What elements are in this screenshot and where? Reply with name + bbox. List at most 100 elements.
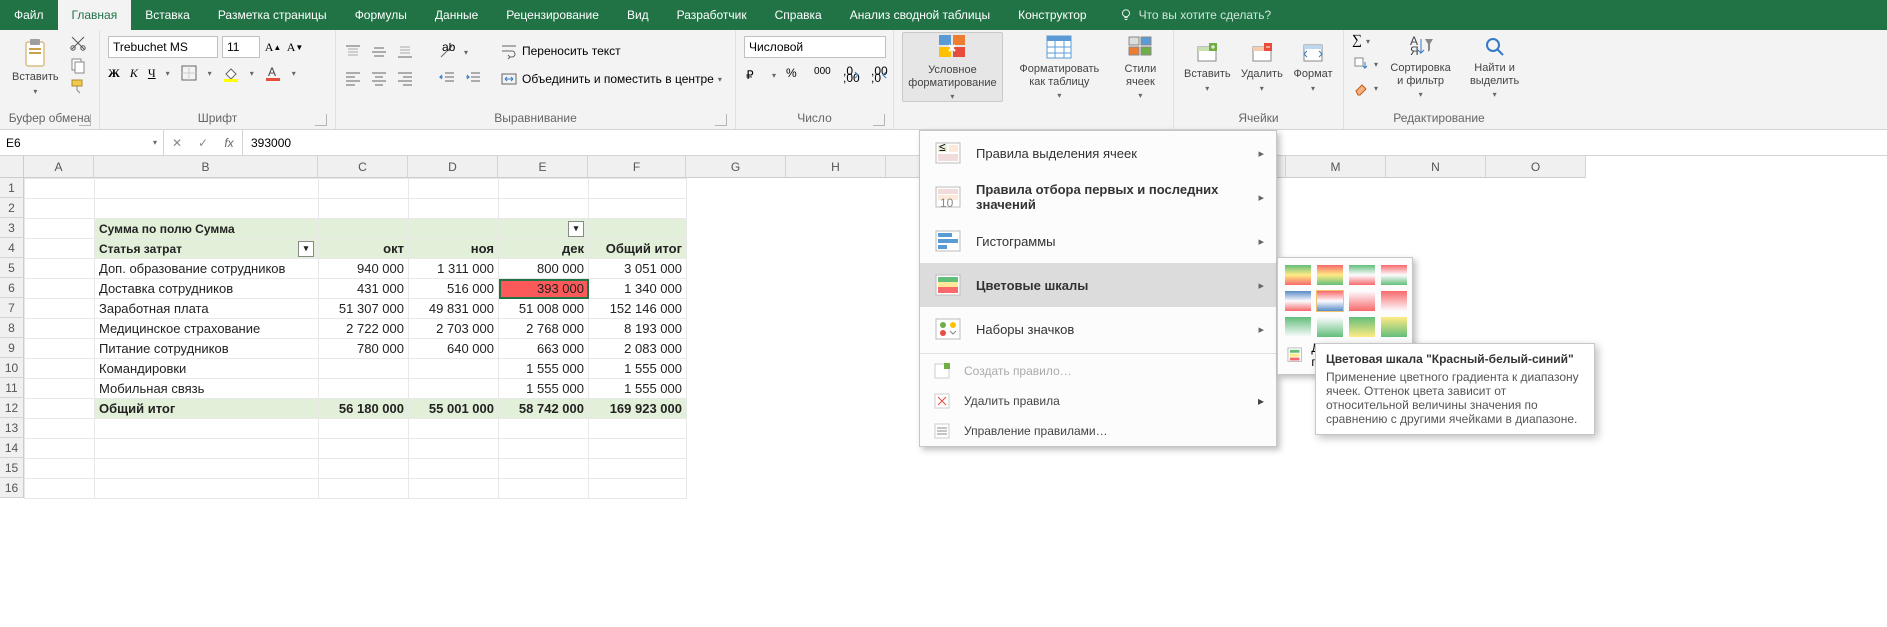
fill-button[interactable]: ▾ (1352, 55, 1378, 73)
align-bottom-icon[interactable] (396, 43, 414, 61)
color-scale-swatch[interactable] (1380, 290, 1408, 312)
tab-view[interactable]: Вид (613, 0, 663, 30)
color-scale-swatch[interactable] (1284, 316, 1312, 338)
cf-manage-rules[interactable]: Управление правилами… (920, 416, 1276, 446)
tell-me-search[interactable]: Что вы хотите сделать? (1101, 0, 1272, 30)
cells-area[interactable]: Сумма по полю Сумма ▾ Статья затрат▾ окт… (24, 178, 687, 499)
decrease-indent-icon[interactable] (438, 69, 456, 87)
color-scale-swatch[interactable] (1348, 264, 1376, 286)
copy-icon[interactable] (69, 56, 87, 74)
bold-button[interactable]: Ж (108, 66, 120, 81)
cf-top-bottom-rules[interactable]: 10 Правила отбора первых и последних зна… (920, 175, 1276, 219)
merge-icon (500, 70, 518, 88)
increase-decimal-icon[interactable]: ,0,00 (842, 66, 860, 84)
align-center-icon[interactable] (370, 69, 388, 87)
tab-pivot-design[interactable]: Конструктор (1004, 0, 1100, 30)
find-select-button[interactable]: Найти и выделить▾ (1463, 32, 1526, 102)
comma-style-icon[interactable]: 000 (814, 66, 832, 84)
color-scale-swatch[interactable] (1348, 290, 1376, 312)
paste-button[interactable]: Вставить ▾ (8, 32, 63, 102)
manage-rules-icon (932, 421, 952, 441)
fill-color-icon[interactable] (222, 64, 240, 82)
merge-center-button[interactable]: Объединить и поместить в центре▾ (500, 70, 722, 88)
underline-button[interactable]: Ч (148, 66, 156, 81)
wrap-text-icon (500, 42, 518, 60)
format-painter-icon[interactable] (69, 78, 87, 96)
pivot-row-filter-icon[interactable]: ▾ (298, 241, 314, 257)
tab-page-layout[interactable]: Разметка страницы (204, 0, 341, 30)
new-rule-icon (932, 361, 952, 381)
number-format-select[interactable] (744, 36, 886, 58)
insert-cells-button[interactable]: Вставить▾ (1182, 32, 1233, 102)
increase-font-icon[interactable]: A▲ (264, 38, 282, 56)
cancel-formula-icon[interactable]: ✕ (164, 136, 190, 150)
row-headers[interactable]: 12345678910111213141516 (0, 178, 24, 498)
select-all-corner[interactable] (0, 156, 24, 178)
sort-filter-button[interactable]: АЯ Сортировка и фильтр▾ (1384, 32, 1457, 102)
cell-styles-button[interactable]: Стили ячеек▾ (1116, 32, 1165, 102)
orientation-icon[interactable]: ab (438, 43, 456, 61)
color-scale-swatch[interactable] (1380, 264, 1408, 286)
dialog-launcher-icon[interactable] (873, 114, 885, 126)
font-color-icon[interactable]: A (264, 64, 282, 82)
font-size-select[interactable] (222, 36, 260, 58)
cf-highlight-rules[interactable]: ≤ Правила выделения ячеек ▸ (920, 131, 1276, 175)
color-scale-swatch[interactable] (1348, 316, 1376, 338)
color-scale-swatch[interactable] (1316, 316, 1344, 338)
name-box[interactable]: E6 ▾ (0, 130, 164, 155)
color-scale-swatch[interactable] (1380, 316, 1408, 338)
wrap-text-button[interactable]: Переносить текст (500, 42, 722, 60)
color-scales-icon (932, 269, 964, 301)
table-row: Медицинское страхование2 722 0002 703 00… (25, 319, 687, 339)
conditional-formatting-button[interactable]: Условное форматирование▾ (902, 32, 1003, 102)
enter-formula-icon[interactable]: ✓ (190, 136, 216, 150)
color-scale-swatch-hovered[interactable] (1316, 290, 1344, 312)
align-middle-icon[interactable] (370, 43, 388, 61)
tab-review[interactable]: Рецензирование (492, 0, 613, 30)
tab-pivot-analyze[interactable]: Анализ сводной таблицы (836, 0, 1004, 30)
accounting-format-icon[interactable]: ₽ (744, 66, 762, 84)
cf-icon-sets[interactable]: Наборы значков ▸ (920, 307, 1276, 351)
dialog-launcher-icon[interactable] (715, 114, 727, 126)
tab-help[interactable]: Справка (761, 0, 836, 30)
fx-icon[interactable]: fx (216, 136, 242, 150)
cf-color-scales[interactable]: Цветовые шкалы ▸ (920, 263, 1276, 307)
tab-formulas[interactable]: Формулы (341, 0, 421, 30)
tab-file[interactable]: Файл (0, 0, 58, 30)
align-left-icon[interactable] (344, 69, 362, 87)
pivot-column-filter-icon[interactable]: ▾ (568, 221, 584, 237)
decrease-font-icon[interactable]: A▼ (286, 38, 304, 56)
clear-button[interactable]: ▾ (1352, 79, 1378, 97)
borders-icon[interactable] (180, 64, 198, 82)
autosum-button[interactable]: ∑▾ (1352, 33, 1378, 49)
align-right-icon[interactable] (396, 69, 414, 87)
more-rules-icon (1286, 346, 1303, 364)
dialog-launcher-icon[interactable] (79, 114, 91, 126)
percent-icon[interactable]: % (786, 66, 804, 84)
column-headers[interactable]: ABCDEFGHIJKLMNO (24, 156, 1586, 178)
decrease-decimal-icon[interactable]: ,00,0 (870, 66, 888, 84)
dialog-launcher-icon[interactable] (315, 114, 327, 126)
tab-data[interactable]: Данные (421, 0, 492, 30)
insert-cells-icon (1195, 41, 1219, 65)
cf-new-rule[interactable]: Создать правило… (920, 356, 1276, 386)
tab-insert[interactable]: Вставка (131, 0, 204, 30)
color-scale-swatch[interactable] (1284, 264, 1312, 286)
increase-indent-icon[interactable] (464, 69, 482, 87)
align-top-icon[interactable] (344, 43, 362, 61)
tab-home[interactable]: Главная (58, 0, 132, 30)
color-scale-swatch[interactable] (1284, 290, 1312, 312)
format-as-table-button[interactable]: Форматировать как таблицу▾ (1009, 32, 1110, 102)
cf-clear-rules[interactable]: Удалить правила ▸ (920, 386, 1276, 416)
font-name-select[interactable] (108, 36, 218, 58)
cf-data-bars[interactable]: Гистограммы ▸ (920, 219, 1276, 263)
cut-icon[interactable] (69, 34, 87, 52)
format-cells-button[interactable]: Формат▾ (1291, 32, 1335, 102)
italic-button[interactable]: К (130, 66, 138, 81)
tab-developer[interactable]: Разработчик (663, 0, 761, 30)
color-scale-swatch[interactable] (1316, 264, 1344, 286)
window-decoration (1647, 0, 1887, 30)
delete-cells-button[interactable]: Удалить▾ (1239, 32, 1285, 102)
chevron-right-icon: ▸ (1258, 279, 1264, 292)
tell-me-placeholder: Что вы хотите сделать? (1139, 8, 1272, 22)
